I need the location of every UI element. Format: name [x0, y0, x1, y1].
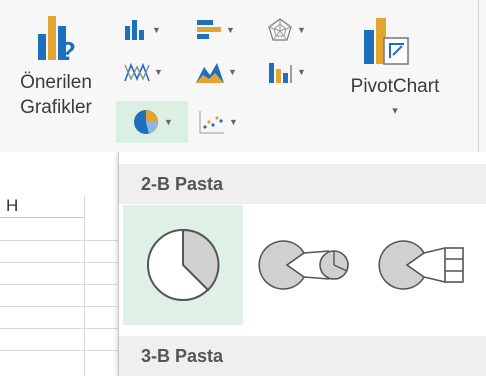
pie-chart-gallery: 2-B Pasta 3-B Pasta: [118, 152, 486, 376]
chevron-down-icon: ▼: [164, 117, 173, 127]
recommended-charts-icon: ?: [38, 16, 76, 66]
pie-icon: [147, 228, 220, 301]
svg-text:?: ?: [60, 36, 76, 66]
pivotchart-button[interactable]: PivotChart ▾: [330, 6, 460, 148]
area-chart-icon: [196, 63, 224, 83]
pivotchart-icon: [364, 18, 409, 65]
bar-of-pie-option[interactable]: [369, 205, 481, 325]
line-chart-button[interactable]: ▼: [123, 57, 163, 87]
row-gridline: [0, 262, 120, 263]
recommended-charts-label-1: Önerilen: [20, 72, 92, 93]
chevron-down-icon: ▼: [154, 67, 163, 77]
row-gridline: [0, 306, 120, 307]
bar-chart-button[interactable]: ▼: [195, 15, 235, 45]
line-chart-icon: [124, 62, 150, 82]
recommended-charts-button[interactable]: ? Önerilen Grafikler: [4, 6, 108, 148]
bar-of-pie-icon: [378, 240, 464, 290]
section-header-2d-pie: 2-B Pasta: [119, 164, 486, 204]
pie-chart-button[interactable]: ▼: [116, 101, 188, 143]
pie-of-pie-option[interactable]: [249, 205, 361, 325]
scatter-chart-button[interactable]: ▼: [198, 107, 238, 137]
column-gridline: [84, 196, 85, 376]
worksheet-area: [0, 152, 120, 376]
chevron-down-icon: ▼: [226, 25, 235, 35]
pie-chart-icon: [134, 110, 159, 134]
radar-chart-icon: [268, 18, 292, 41]
row-gridline: [0, 240, 120, 241]
chevron-down-icon: ▼: [297, 67, 306, 77]
stock-chart-icon: [269, 63, 292, 83]
bar-chart-icon: [197, 20, 221, 39]
chevron-down-icon: ▾: [392, 105, 398, 117]
column-chart-button[interactable]: ▼: [123, 15, 161, 45]
pivotchart-label: PivotChart: [350, 76, 440, 97]
column-chart-icon: [125, 20, 144, 40]
chevron-down-icon: ▼: [152, 25, 161, 35]
chevron-down-icon: ▼: [297, 25, 306, 35]
radar-chart-button[interactable]: ▼: [266, 15, 306, 45]
column-header-h[interactable]: H: [0, 196, 84, 218]
stock-chart-button[interactable]: ▼: [266, 57, 306, 87]
chevron-down-icon: ▼: [229, 117, 238, 127]
scatter-chart-icon: [199, 111, 224, 134]
pie-option[interactable]: [123, 205, 243, 325]
insert-ribbon-charts-group: ? Önerilen Grafikler ▼ ▼ ▼ ▼ ▼ ▼ ▼ ▼ Piv…: [0, 0, 486, 152]
row-gridline: [0, 284, 120, 285]
chevron-down-icon: ▼: [228, 67, 237, 77]
area-chart-button[interactable]: ▼: [195, 57, 237, 87]
recommended-charts-label-2: Grafikler: [20, 97, 92, 118]
row-gridline: [0, 328, 120, 329]
pie-of-pie-icon: [258, 240, 349, 290]
section-header-3d-pie: 3-B Pasta: [119, 336, 486, 376]
row-gridline: [0, 350, 120, 351]
group-separator: [478, 0, 479, 152]
